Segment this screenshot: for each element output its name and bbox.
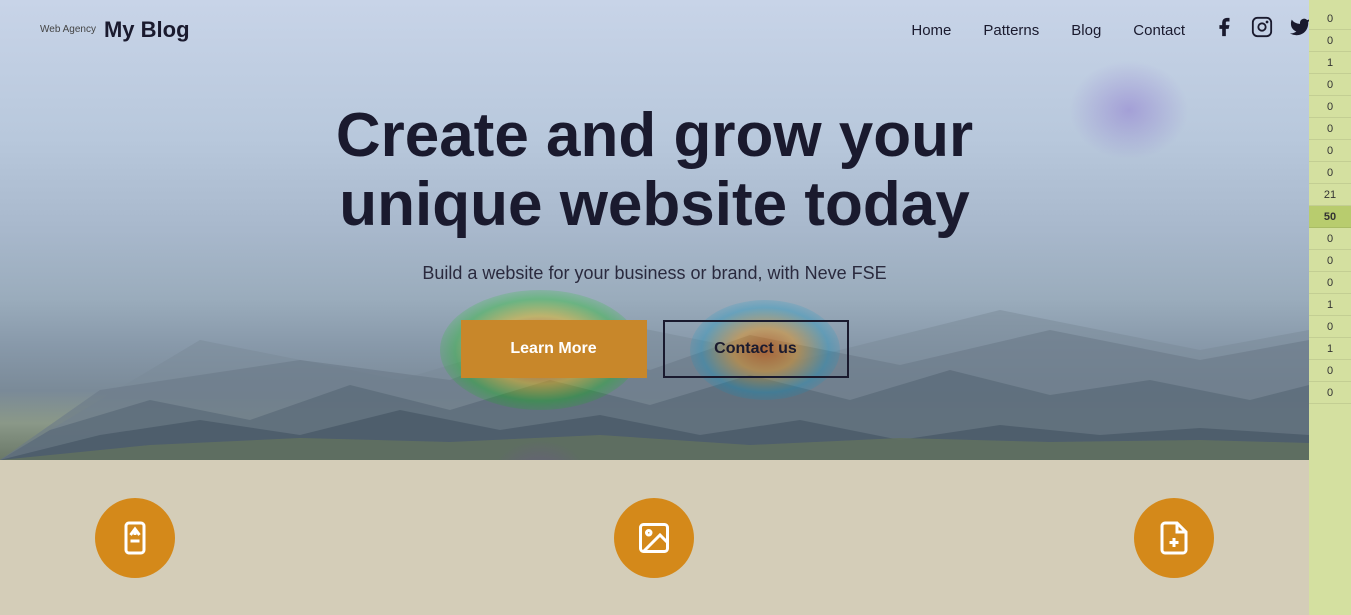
hero-section: Create and grow your unique website toda… (0, 0, 1309, 460)
nav-blog[interactable]: Blog (1071, 22, 1101, 39)
features-section (0, 460, 1309, 615)
hero-subtitle: Build a website for your business or bra… (422, 263, 886, 284)
sidebar-row-8: 21 (1309, 184, 1351, 206)
nav-home[interactable]: Home (911, 22, 951, 39)
sidebar-row-7: 0 (1309, 162, 1351, 184)
sidebar-row-12: 0 (1309, 272, 1351, 294)
feature-icon-2 (614, 498, 694, 578)
sidebar-row-13: 1 (1309, 294, 1351, 316)
right-sidebar: 0 0 1 0 0 0 0 0 21 50 0 0 0 1 0 1 0 0 (1309, 0, 1351, 615)
hero-buttons: Learn More Contact us (461, 320, 849, 378)
sidebar-row-9: 50 (1309, 206, 1351, 228)
hero-title: Create and grow your unique website toda… (305, 102, 1005, 238)
feature-icon-3 (1134, 498, 1214, 578)
brand-name[interactable]: My Blog (104, 17, 190, 43)
brand-agency-label: Web Agency (40, 24, 96, 36)
sidebar-row-10: 0 (1309, 228, 1351, 250)
contact-us-button[interactable]: Contact us (663, 320, 849, 378)
sidebar-row-0: 0 (1309, 8, 1351, 30)
sidebar-row-16: 0 (1309, 360, 1351, 382)
main-nav: Home Patterns Blog Contact (911, 22, 1185, 39)
nav-contact[interactable]: Contact (1133, 22, 1185, 39)
nav-patterns[interactable]: Patterns (983, 22, 1039, 39)
learn-more-button[interactable]: Learn More (461, 320, 647, 378)
sidebar-row-1: 0 (1309, 30, 1351, 52)
facebook-icon[interactable] (1213, 16, 1235, 44)
sidebar-row-3: 0 (1309, 74, 1351, 96)
sidebar-row-17: 0 (1309, 382, 1351, 404)
header: Web Agency My Blog Home Patterns Blog Co… (0, 0, 1351, 60)
sidebar-row-11: 0 (1309, 250, 1351, 272)
sidebar-row-15: 1 (1309, 338, 1351, 360)
twitter-icon[interactable] (1289, 16, 1311, 44)
sidebar-row-14: 0 (1309, 316, 1351, 338)
feature-icon-1 (95, 498, 175, 578)
hero-content: Create and grow your unique website toda… (0, 0, 1309, 460)
instagram-icon[interactable] (1251, 16, 1273, 44)
sidebar-row-5: 0 (1309, 118, 1351, 140)
sidebar-row-2: 1 (1309, 52, 1351, 74)
sidebar-row-6: 0 (1309, 140, 1351, 162)
social-icons (1213, 16, 1311, 44)
sidebar-row-4: 0 (1309, 96, 1351, 118)
